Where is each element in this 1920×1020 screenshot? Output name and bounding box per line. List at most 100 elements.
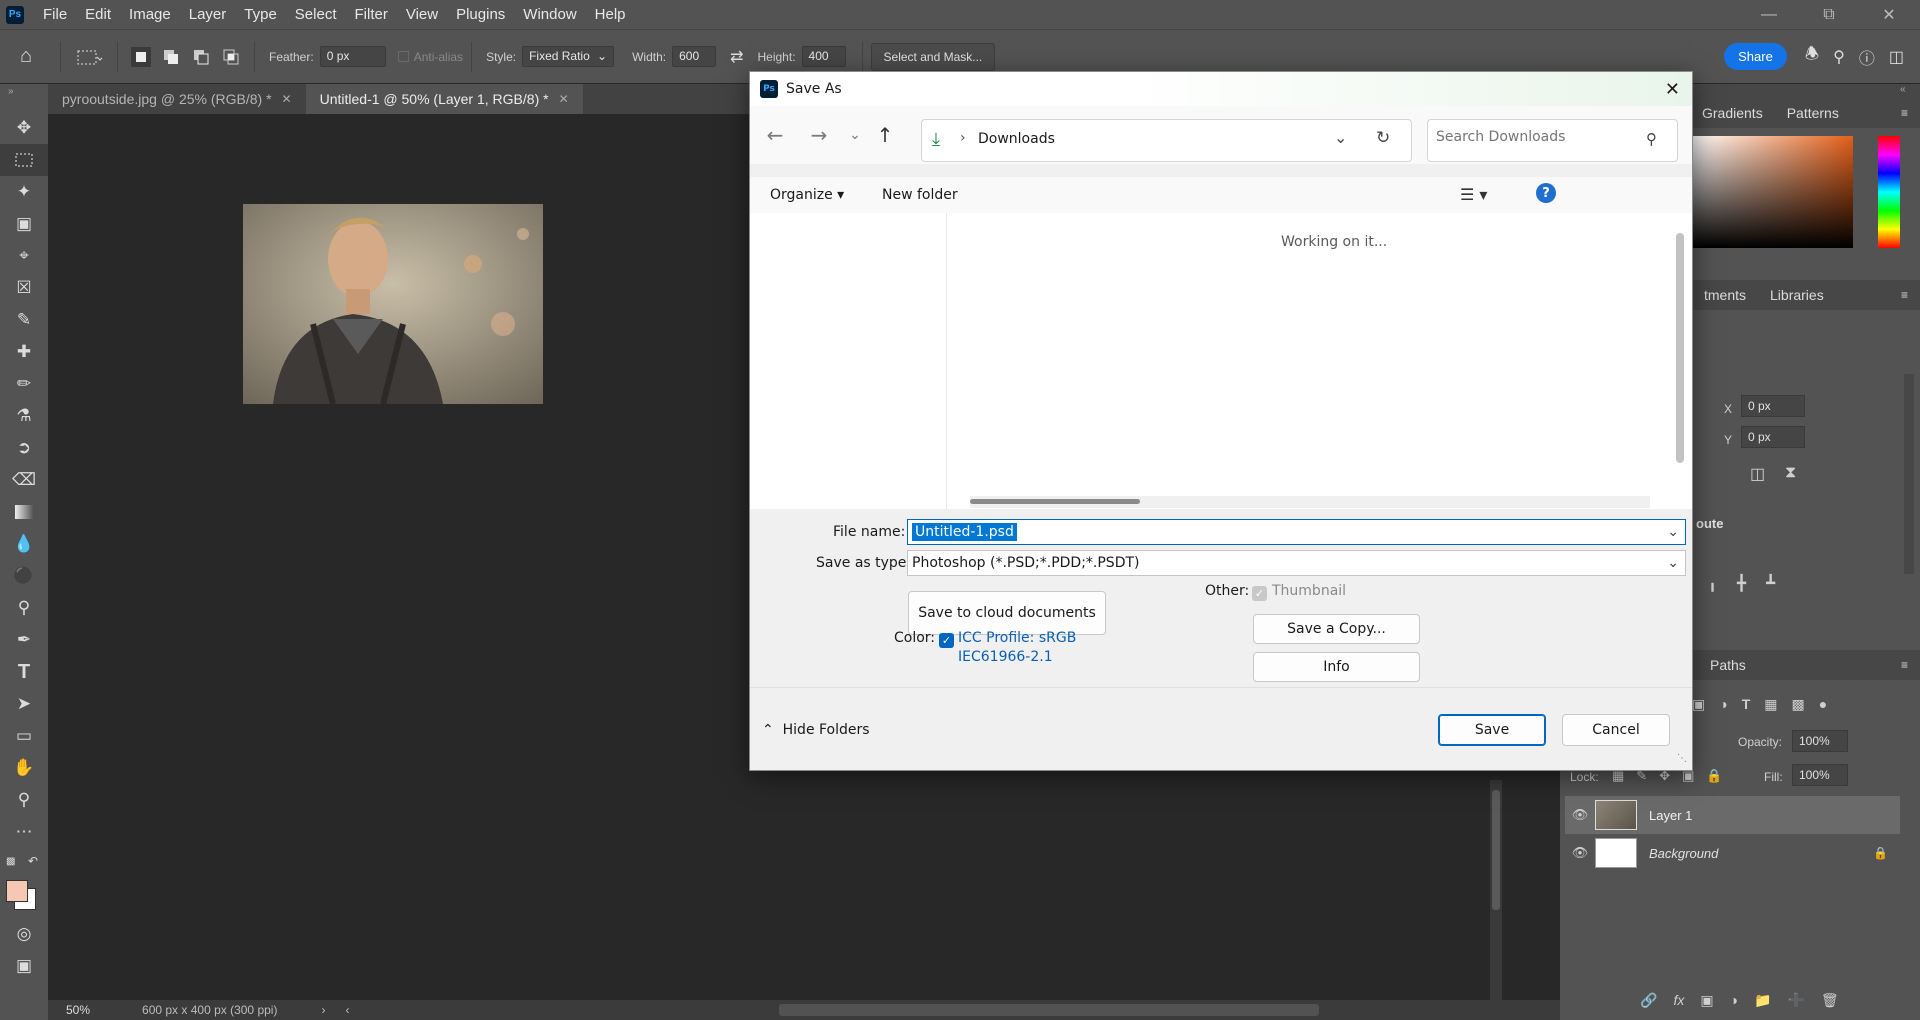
link-layers-icon[interactable]: 🔗	[1640, 992, 1657, 1009]
shape-filter-icon[interactable]: ▦	[1764, 696, 1777, 713]
menu-view[interactable]: View	[397, 0, 447, 29]
chevron-down-icon[interactable]: ⌄	[1334, 128, 1347, 147]
history-brush-tool-icon[interactable]: ➲	[0, 432, 48, 464]
close-tab-icon[interactable]: ✕	[282, 92, 292, 106]
scrollbar-thumb[interactable]	[1492, 790, 1500, 910]
menu-layer[interactable]: Layer	[180, 0, 236, 29]
marquee-tool-icon[interactable]	[0, 144, 48, 176]
minimize-icon[interactable]: —	[1740, 0, 1798, 29]
type-tool-icon[interactable]: T	[0, 656, 48, 688]
frame-tool-icon[interactable]: ☒	[0, 272, 48, 304]
antialias-checkbox[interactable]: Anti-alias	[397, 50, 463, 64]
frame-select-tool-icon[interactable]: ▣	[0, 208, 48, 240]
cancel-button[interactable]: Cancel	[1562, 714, 1670, 746]
close-icon[interactable]: ✕	[1860, 0, 1918, 29]
scroll-left-icon[interactable]: ‹	[345, 1003, 349, 1017]
vertical-scrollbar[interactable]	[1676, 233, 1684, 463]
style-select[interactable]: Fixed Ratio ⌄	[522, 46, 615, 67]
search-input[interactable]	[1436, 129, 1636, 145]
menu-plugins[interactable]: Plugins	[447, 0, 514, 29]
search-icon[interactable]: ⚲	[1833, 47, 1845, 67]
dialog-titlebar[interactable]: Ps Save As ✕	[750, 72, 1692, 106]
y-input[interactable]: 0 px	[1741, 426, 1805, 448]
rectangle-tool-icon[interactable]: ▭	[0, 720, 48, 752]
save-button[interactable]: Save	[1438, 714, 1546, 746]
info-button[interactable]: Info	[1253, 652, 1420, 682]
pen-tool-icon[interactable]: ✒	[0, 624, 48, 656]
resize-grip-icon[interactable]: ⋱	[1677, 753, 1687, 764]
layer-row[interactable]: 👁 Layer 1	[1565, 796, 1900, 834]
tab-libraries[interactable]: Libraries	[1758, 287, 1836, 303]
menu-window[interactable]: Window	[514, 0, 585, 29]
image-filter-icon[interactable]: ▣	[1692, 696, 1705, 713]
move-tool-icon[interactable]: ✥	[0, 112, 48, 144]
new-layer-icon[interactable]: ➕	[1787, 992, 1804, 1009]
canvas-vertical-scrollbar[interactable]	[1490, 780, 1502, 1000]
more-tools-icon[interactable]: ⋯	[0, 816, 48, 848]
swap-icon[interactable]: ⇄	[730, 47, 743, 67]
zoom-tool-icon[interactable]: ⚲	[0, 784, 48, 816]
add-selection-icon[interactable]	[160, 46, 182, 68]
back-icon[interactable]: ←	[760, 120, 790, 150]
gradient-tool-icon[interactable]	[0, 496, 48, 528]
dodge-alt-tool-icon[interactable]: ⚲	[0, 592, 48, 624]
home-icon[interactable]: ⌂	[0, 45, 52, 68]
organize-button[interactable]: Organize ▾	[770, 187, 844, 203]
screen-mode-icon[interactable]: ▣	[0, 950, 48, 982]
properties-scrollbar[interactable]	[1904, 374, 1914, 574]
breadcrumb[interactable]: Downloads	[978, 131, 1055, 147]
delete-layer-icon[interactable]: 🗑	[1821, 992, 1839, 1009]
x-input[interactable]: 0 px	[1741, 395, 1805, 417]
layer-row[interactable]: 👁 Background 🔒	[1565, 834, 1900, 872]
default-colors-icon[interactable]: ▩	[6, 856, 15, 867]
adjustment-layer-icon[interactable]: ◑	[1730, 992, 1738, 1009]
view-options-icon[interactable]: ☰ ▾	[1460, 185, 1487, 204]
horizontal-scrollbar-thumb[interactable]	[779, 1004, 1320, 1016]
menu-help[interactable]: Help	[586, 0, 635, 29]
lock-all-icon[interactable]: 🔒	[1706, 768, 1722, 784]
opacity-input[interactable]: 100%	[1792, 730, 1848, 752]
brush-tool-icon[interactable]: ✏	[0, 368, 48, 400]
document-image[interactable]	[243, 204, 543, 404]
workspace-icon[interactable]: ◫	[1889, 47, 1904, 67]
eye-icon[interactable]: 👁	[1565, 845, 1595, 861]
eye-icon[interactable]: 👁	[1565, 807, 1595, 823]
help-icon[interactable]: ⓘ	[1859, 45, 1875, 69]
height-input[interactable]: 400	[801, 46, 846, 67]
chevron-down-icon[interactable]: ⌄	[1667, 524, 1679, 540]
restore-icon[interactable]: ⧉	[1800, 0, 1858, 29]
hand-tool-icon[interactable]: ✋	[0, 752, 48, 784]
hue-slider[interactable]	[1878, 136, 1900, 248]
navigation-pane[interactable]	[750, 213, 947, 509]
crop-tool-icon[interactable]: ⌖	[0, 240, 48, 272]
align-top-icon[interactable]: ╻	[1708, 574, 1717, 592]
foreground-color-swatch[interactable]	[6, 880, 28, 902]
hide-folders-button[interactable]: ⌃ Hide Folders	[762, 722, 870, 738]
horizontal-scrollbar[interactable]	[970, 496, 1650, 508]
save-to-cloud-button[interactable]: Save to cloud documents	[908, 591, 1106, 635]
width-input[interactable]: 600	[672, 46, 717, 67]
recent-locations-icon[interactable]: ⌄	[840, 120, 870, 150]
marquee-preset-icon[interactable]	[69, 48, 109, 66]
menu-filter[interactable]: Filter	[346, 0, 397, 29]
quick-mask-icon[interactable]: ◎	[0, 918, 48, 950]
adjustment-filter-icon[interactable]: ◑	[1719, 696, 1727, 713]
new-group-icon[interactable]: 📁	[1754, 992, 1771, 1009]
tab-adjustments[interactable]: tments	[1692, 287, 1758, 303]
eraser-tool-icon[interactable]: ⌫	[0, 464, 48, 496]
save-a-copy-button[interactable]: Save a Copy...	[1253, 614, 1420, 644]
zoom-level[interactable]: 50%	[66, 1003, 90, 1017]
help-icon[interactable]: ?	[1536, 183, 1556, 203]
flip-horizontal-icon[interactable]: ◫	[1750, 464, 1765, 484]
address-bar[interactable]: ⤓ › Downloads ⌄ ↻	[921, 119, 1412, 162]
color-picker-field[interactable]	[1693, 136, 1853, 248]
scrollbar-thumb[interactable]	[970, 499, 1140, 504]
panel-menu-icon[interactable]: ≡	[1889, 106, 1920, 120]
file-name-input[interactable]: Untitled-1.psd	[912, 523, 1017, 541]
select-and-mask-button[interactable]: Select and Mask...	[870, 42, 996, 71]
fx-icon[interactable]: fx	[1673, 992, 1684, 1009]
align-bottom-icon[interactable]: ┻	[1766, 574, 1775, 592]
share-button[interactable]: Share	[1724, 43, 1787, 70]
type-filter-icon[interactable]: T	[1742, 696, 1751, 713]
menu-file[interactable]: File	[34, 0, 76, 29]
